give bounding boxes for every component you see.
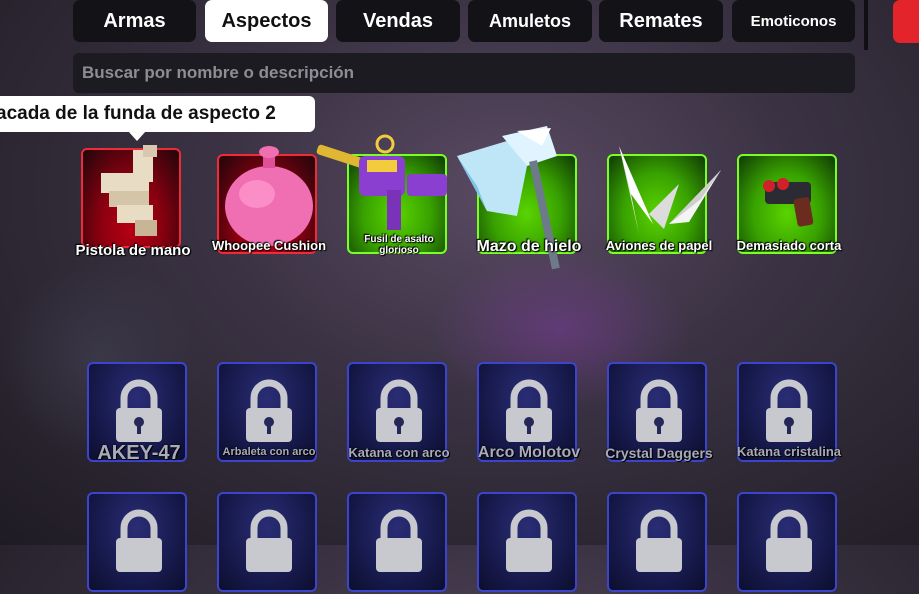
search-input[interactable]: Buscar por nombre o descripción	[73, 53, 855, 93]
item-card-locked[interactable]: Arco Molotov	[477, 362, 580, 462]
item-card-mazo-de-hielo[interactable]: Mazo de hielo	[457, 126, 581, 270]
lock-icon	[246, 509, 292, 572]
tooltip: acada de la funda de aspecto 2	[0, 96, 315, 132]
item-card-fusil-de-asalto-glorioso[interactable]: Fusil de asalto glorioso	[316, 134, 447, 256]
item-card-locked[interactable]	[347, 492, 447, 592]
hand-gun-icon	[101, 145, 157, 236]
tooltip-arrow	[128, 131, 146, 141]
item-card-pistola-de-mano[interactable]: Pistola de mano	[75, 145, 191, 259]
divider	[864, 0, 868, 50]
tab-amuletos[interactable]: Amuletos	[468, 0, 592, 42]
item-card-locked[interactable]: Katana cristalina	[737, 362, 841, 462]
item-card-whoopee-cushion[interactable]: Whoopee Cushion	[212, 146, 326, 254]
tab-emoticonos[interactable]: Emoticonos	[732, 0, 855, 42]
close-button[interactable]	[893, 0, 919, 43]
lock-icon	[376, 509, 422, 572]
item-card-locked[interactable]: AKEY-47	[87, 362, 187, 464]
tab-vendas[interactable]: Vendas	[336, 0, 460, 42]
lock-icon	[766, 509, 812, 572]
lock-icon	[636, 509, 682, 572]
lock-icon	[116, 509, 162, 572]
item-card-locked[interactable]	[737, 492, 837, 592]
item-card-locked[interactable]	[477, 492, 577, 592]
item-name: Fusil de asalto glorioso	[364, 234, 434, 256]
item-card-locked[interactable]	[607, 492, 707, 592]
item-card-demasiado-corta[interactable]: Demasiado corta	[737, 154, 841, 254]
short-shotgun-icon	[763, 178, 814, 227]
glorious-rifle-icon	[316, 134, 447, 230]
lock-icon	[506, 509, 552, 572]
item-card-locked[interactable]: Crystal Daggers	[605, 362, 713, 462]
item-card-locked[interactable]: Arbaleta con arco	[217, 362, 317, 462]
item-card-locked[interactable]: Katana con arco	[347, 362, 450, 462]
tab-aspectos[interactable]: Aspectos	[205, 0, 328, 42]
item-name: Whoopee Cushion	[211, 238, 327, 253]
item-card-locked[interactable]	[217, 492, 317, 592]
item-name: Katana cristalina	[736, 444, 842, 459]
item-name: Demasiado corta	[736, 238, 842, 253]
item-card-aviones-de-papel[interactable]: Aviones de papel	[606, 146, 721, 254]
tab-armas[interactable]: Armas	[73, 0, 196, 42]
item-card-locked[interactable]	[87, 492, 187, 592]
tab-remates[interactable]: Remates	[599, 0, 723, 42]
